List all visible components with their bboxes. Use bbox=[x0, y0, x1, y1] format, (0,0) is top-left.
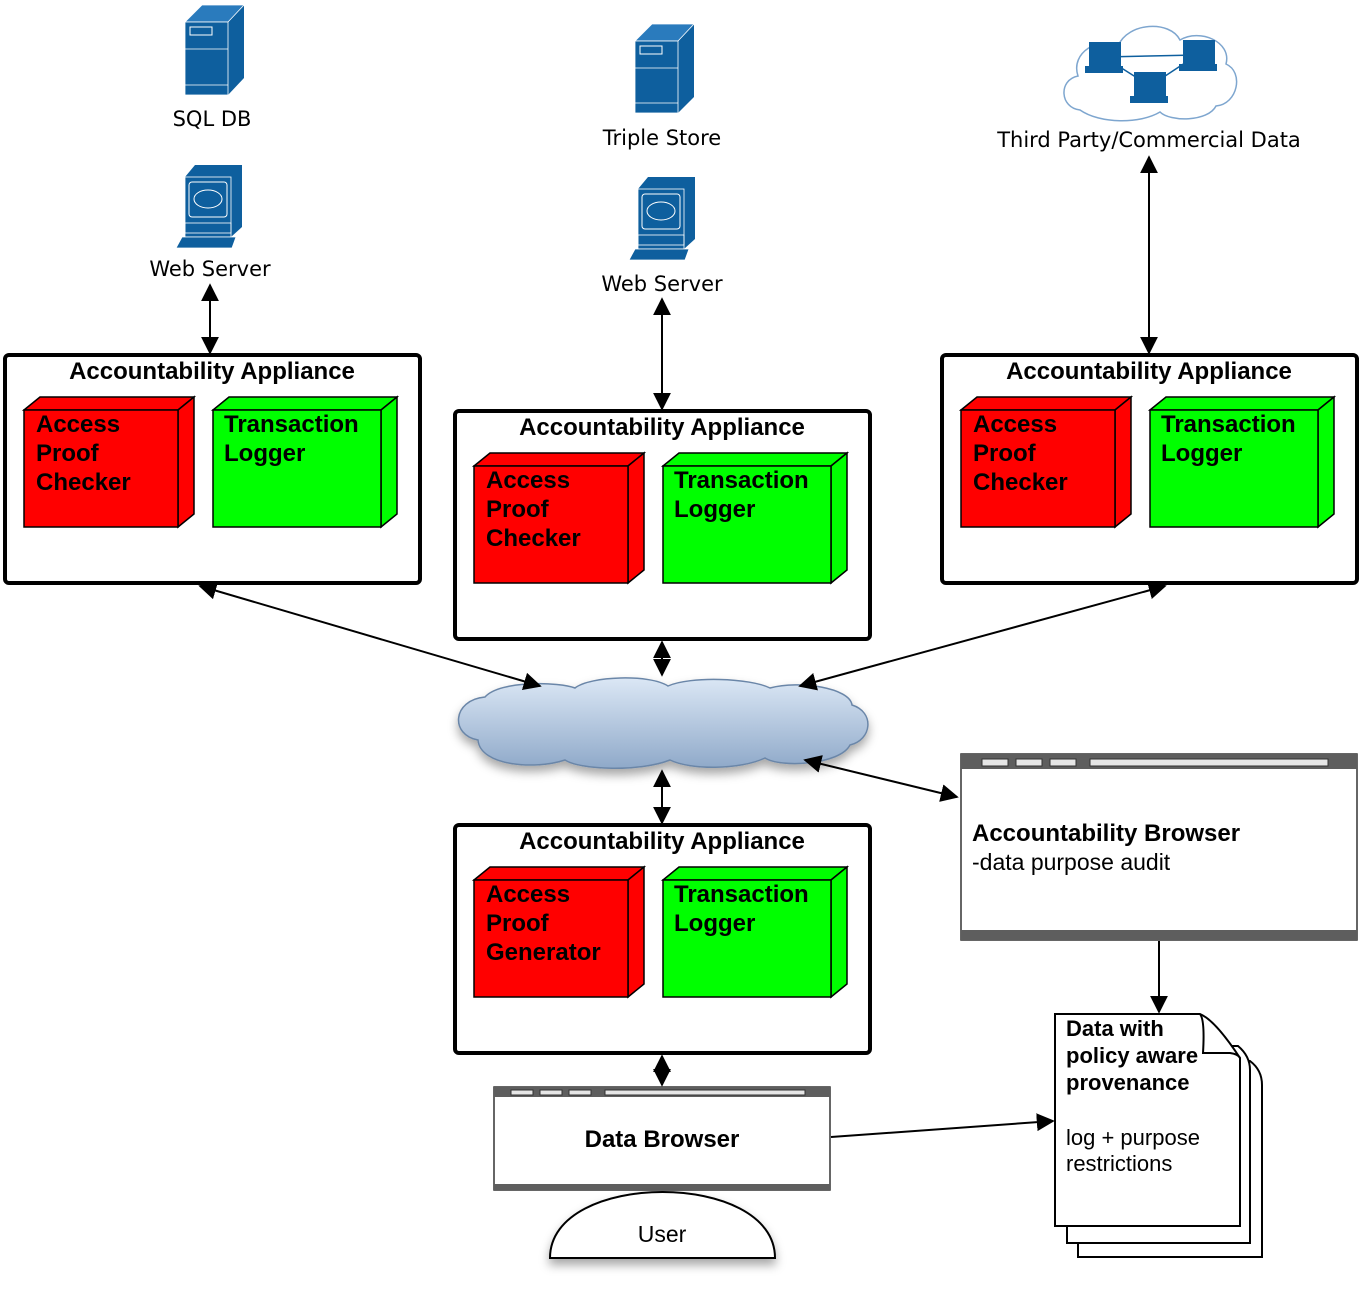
transaction-logger-label: Logger bbox=[1161, 440, 1242, 467]
transaction-logger-label: Transaction bbox=[1161, 411, 1296, 438]
transaction-logger-component: TransactionLogger bbox=[660, 865, 850, 999]
network-cloud-icon bbox=[1063, 25, 1238, 122]
data-browser-window[interactable]: Data Browser bbox=[493, 1086, 831, 1191]
transaction-logger-label: Logger bbox=[224, 440, 305, 467]
transaction-logger-label: Logger bbox=[674, 910, 755, 937]
document-stack: Data with policy aware provenance log + … bbox=[1054, 1013, 1263, 1258]
sql-db-label: SQL DB bbox=[173, 107, 252, 131]
access-proof-label: Generator bbox=[486, 939, 601, 966]
transaction-logger-label: Logger bbox=[674, 496, 755, 523]
document-body-line: log + purpose bbox=[1066, 1125, 1200, 1150]
accountability-browser-subtitle: -data purpose audit bbox=[972, 849, 1171, 875]
accountability-appliance: Accountability Appliance AccessProofCheck… bbox=[453, 409, 872, 641]
network-cloud bbox=[457, 677, 869, 769]
access-proof-component: AccessProofChecker bbox=[21, 395, 197, 529]
access-proof-label: Checker bbox=[973, 469, 1068, 496]
user-label: User bbox=[638, 1221, 687, 1247]
web-server-icon bbox=[175, 165, 242, 249]
web-server-icon bbox=[628, 177, 695, 261]
third-party-data-label: Third Party/Commercial Data bbox=[996, 128, 1301, 152]
accountability-appliance: Accountability Appliance AccessProofCheck… bbox=[3, 353, 422, 585]
arrow-cloud-accountability-browser bbox=[803, 755, 959, 802]
access-proof-label: Checker bbox=[36, 469, 131, 496]
access-proof-label: Checker bbox=[486, 525, 581, 552]
access-proof-component: AccessProofGenerator bbox=[471, 865, 647, 999]
appliance-title: Accountability Appliance bbox=[519, 414, 805, 441]
arrow-databrowser-document bbox=[830, 1113, 1055, 1138]
access-proof-label: Access bbox=[973, 411, 1057, 438]
access-proof-label: Proof bbox=[486, 496, 550, 523]
document-body-line: restrictions bbox=[1066, 1151, 1172, 1176]
accountability-browser-window[interactable]: Accountability Browser -data purpose aud… bbox=[960, 753, 1358, 941]
access-proof-label: Proof bbox=[36, 440, 100, 467]
accountability-browser-title: Accountability Browser bbox=[972, 820, 1240, 847]
architecture-diagram: SQL DB Web Server Triple Store Web Serve… bbox=[3, 4, 1359, 1259]
transaction-logger-component: TransactionLogger bbox=[660, 451, 850, 585]
web-server-2-label: Web Server bbox=[601, 272, 723, 296]
access-proof-label: Access bbox=[486, 467, 570, 494]
transaction-logger-label: Transaction bbox=[674, 467, 809, 494]
web-server-1-label: Web Server bbox=[149, 257, 271, 281]
access-proof-label: Proof bbox=[486, 910, 550, 937]
triple-store-label: Triple Store bbox=[602, 126, 721, 150]
data-browser-title: Data Browser bbox=[585, 1126, 740, 1153]
accountability-appliance: Accountability Appliance AccessProofGener… bbox=[453, 823, 872, 1055]
transaction-logger-component: TransactionLogger bbox=[1147, 395, 1337, 529]
access-proof-component: AccessProofChecker bbox=[471, 451, 647, 585]
access-proof-label: Access bbox=[486, 881, 570, 908]
triple-store-server-icon bbox=[634, 23, 695, 114]
access-proof-label: Proof bbox=[973, 440, 1037, 467]
document-title-line: provenance bbox=[1066, 1070, 1190, 1095]
access-proof-label: Access bbox=[36, 411, 120, 438]
document-title-line: Data with bbox=[1066, 1016, 1164, 1041]
document-title-line: policy aware bbox=[1066, 1043, 1198, 1068]
transaction-logger-label: Transaction bbox=[674, 881, 809, 908]
transaction-logger-label: Transaction bbox=[224, 411, 359, 438]
database-server-icon bbox=[184, 4, 245, 96]
transaction-logger-component: TransactionLogger bbox=[210, 395, 400, 529]
user-node: User bbox=[548, 1191, 777, 1259]
appliance-title: Accountability Appliance bbox=[69, 358, 355, 385]
access-proof-component: AccessProofChecker bbox=[958, 395, 1134, 529]
accountability-appliance: Accountability Appliance AccessProofCheck… bbox=[940, 353, 1359, 585]
appliance-title: Accountability Appliance bbox=[1006, 358, 1292, 385]
appliance-title: Accountability Appliance bbox=[519, 828, 805, 855]
